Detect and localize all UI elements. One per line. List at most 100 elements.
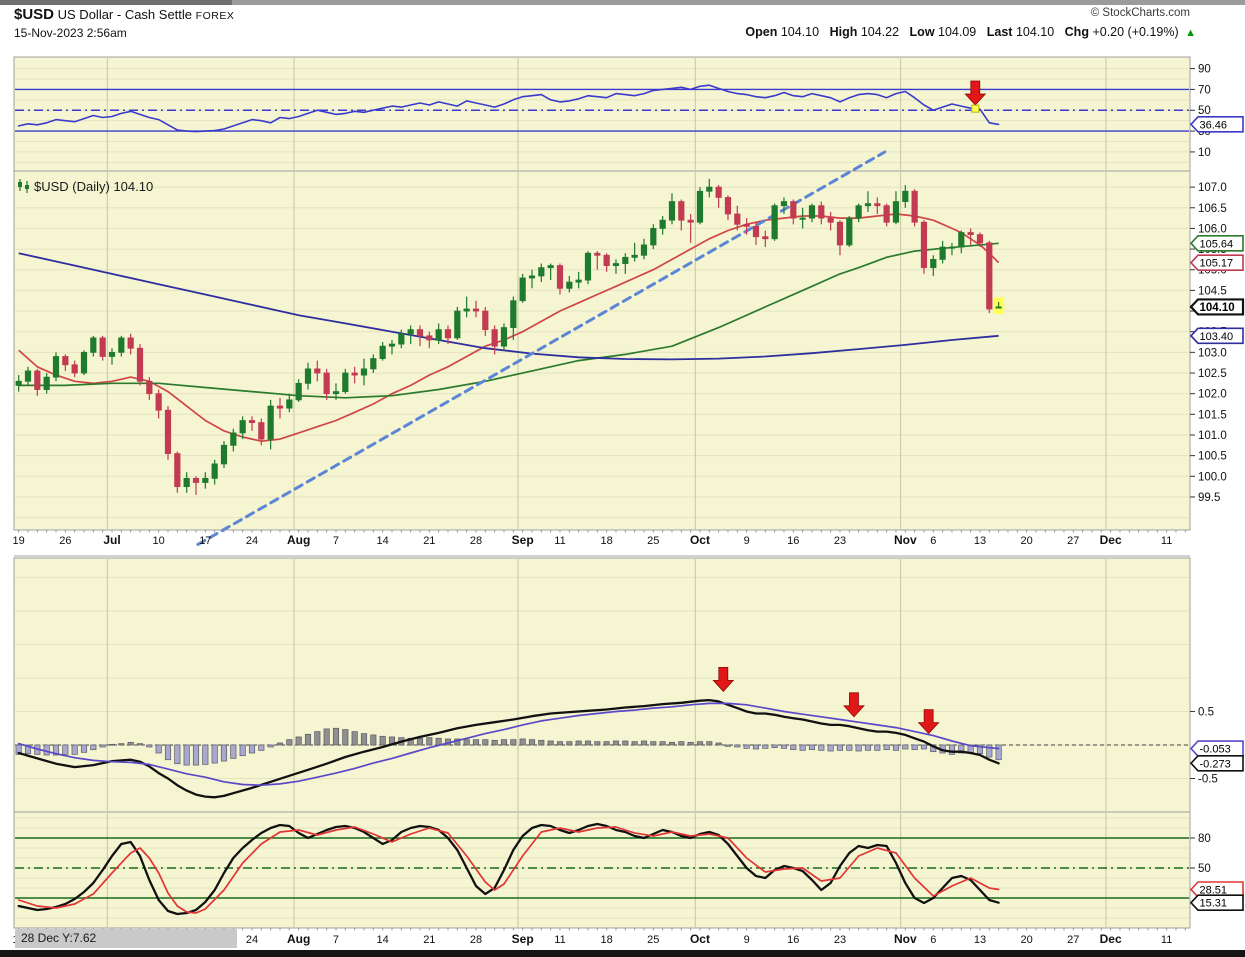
candle-down	[827, 217, 834, 223]
candle-up	[799, 217, 806, 220]
x-axis-label-23: 23	[834, 934, 846, 946]
x-axis-label-14: 14	[377, 934, 389, 946]
candle-up	[407, 329, 414, 335]
macd-callout-label: -0.273	[1200, 758, 1231, 770]
macd-histogram-bar	[743, 744, 750, 749]
candle-down	[724, 197, 732, 215]
macd-histogram-bar	[118, 743, 125, 746]
y-tick-label: 99.5	[1198, 492, 1220, 504]
macd-histogram-bar	[631, 741, 638, 746]
y-tick-label: 0.5	[1198, 706, 1214, 718]
macd-histogram-bar	[575, 740, 582, 746]
macd-histogram-bar	[538, 739, 545, 746]
rsi-callout-label: 36.46	[1200, 119, 1228, 131]
macd-histogram-bar	[482, 739, 489, 746]
candle-down	[136, 347, 144, 382]
candle-up	[584, 252, 592, 281]
macd-histogram-bar	[678, 741, 685, 746]
x-axis-label-6: 6	[930, 934, 936, 946]
macd-histogram-bar	[995, 744, 1002, 761]
candle-up	[230, 432, 237, 446]
x-axis-label-27: 27	[1067, 535, 1079, 547]
candle-down	[314, 368, 321, 374]
candle-up	[948, 246, 956, 249]
candle-down	[986, 242, 993, 310]
candle-up	[90, 337, 97, 353]
macd-histogram-bar	[612, 740, 620, 746]
x-axis-label-nov: Nov	[894, 533, 917, 547]
macd-histogram-bar	[911, 744, 918, 751]
macd-histogram-bar	[258, 744, 265, 751]
candle-up	[183, 477, 190, 488]
candle-down	[715, 186, 722, 198]
candle-down	[127, 337, 134, 349]
candle-down	[351, 372, 358, 376]
candle-up	[500, 327, 508, 347]
candle-down	[743, 223, 750, 227]
y-tick-label: 106.5	[1198, 203, 1227, 215]
x-axis-label-28: 28	[470, 535, 482, 547]
arrow-tip-marker	[971, 104, 980, 113]
price-callout-label: 103.40	[1200, 331, 1234, 343]
macd-histogram-bar	[416, 737, 424, 746]
macd-histogram-bar	[304, 733, 312, 746]
candle-up	[575, 279, 582, 283]
macd-histogram-bar	[883, 744, 890, 751]
candle-up	[566, 281, 573, 289]
stoch-callout-label: 15.31	[1200, 898, 1228, 910]
macd-histogram-bar	[351, 731, 358, 746]
y-tick-label: 101.0	[1198, 430, 1227, 442]
candle-down	[491, 329, 498, 347]
candle-down	[556, 265, 564, 289]
y-tick-label: 70	[1198, 84, 1211, 96]
macd-histogram-bar	[71, 744, 78, 755]
x-axis-label-oct: Oct	[690, 932, 710, 946]
macd-histogram-bar	[724, 744, 732, 747]
x-axis-label-sep: Sep	[512, 533, 534, 547]
y-tick-label: 107.0	[1198, 182, 1227, 194]
candle-up	[958, 232, 965, 248]
x-axis-label-21: 21	[423, 535, 435, 547]
candle-up	[118, 337, 125, 353]
candle-up	[80, 351, 88, 374]
candle-up	[780, 201, 788, 207]
x-axis-label-13: 13	[974, 535, 986, 547]
price-callout-label: 104.10	[1200, 302, 1235, 314]
candle-up	[668, 201, 676, 221]
macd-histogram-bar	[500, 739, 508, 746]
candle-down	[146, 380, 153, 395]
macd-histogram-bar	[164, 744, 172, 761]
macd-histogram-bar	[566, 741, 573, 746]
macd-histogram-bar	[892, 744, 900, 751]
macd-histogram-bar	[174, 744, 181, 765]
candle-up	[930, 259, 937, 269]
x-axis-label-11: 11	[554, 535, 565, 547]
candle-down	[874, 203, 881, 207]
macd-histogram-bar	[734, 744, 741, 748]
macd-histogram-bar	[762, 744, 769, 749]
candle-up	[304, 368, 312, 384]
macd-histogram-bar	[286, 739, 293, 746]
candle-down	[482, 310, 489, 331]
x-axis-label-19: 19	[13, 535, 25, 547]
macd-histogram-bar	[706, 741, 713, 746]
candle-up	[295, 382, 302, 401]
candle-up	[52, 356, 60, 378]
macd-histogram-bar	[696, 741, 704, 746]
candle-up	[388, 343, 396, 347]
macd-histogram-bar	[864, 744, 872, 751]
y-tick-label: 100.5	[1198, 451, 1227, 463]
macd-histogram-bar	[491, 739, 498, 746]
macd-histogram-bar	[370, 734, 377, 746]
macd-histogram-bar	[342, 729, 349, 746]
macd-histogram-bar	[80, 744, 88, 753]
x-axis-label-jul: Jul	[103, 533, 120, 547]
macd-histogram-bar	[920, 744, 928, 750]
candle-down	[323, 372, 330, 395]
candle-up	[771, 205, 778, 240]
candle-down	[426, 335, 433, 341]
x-axis-label-20: 20	[1021, 535, 1033, 547]
x-axis-label-16: 16	[787, 535, 799, 547]
candle-up	[360, 368, 368, 376]
candle-up	[108, 351, 116, 357]
